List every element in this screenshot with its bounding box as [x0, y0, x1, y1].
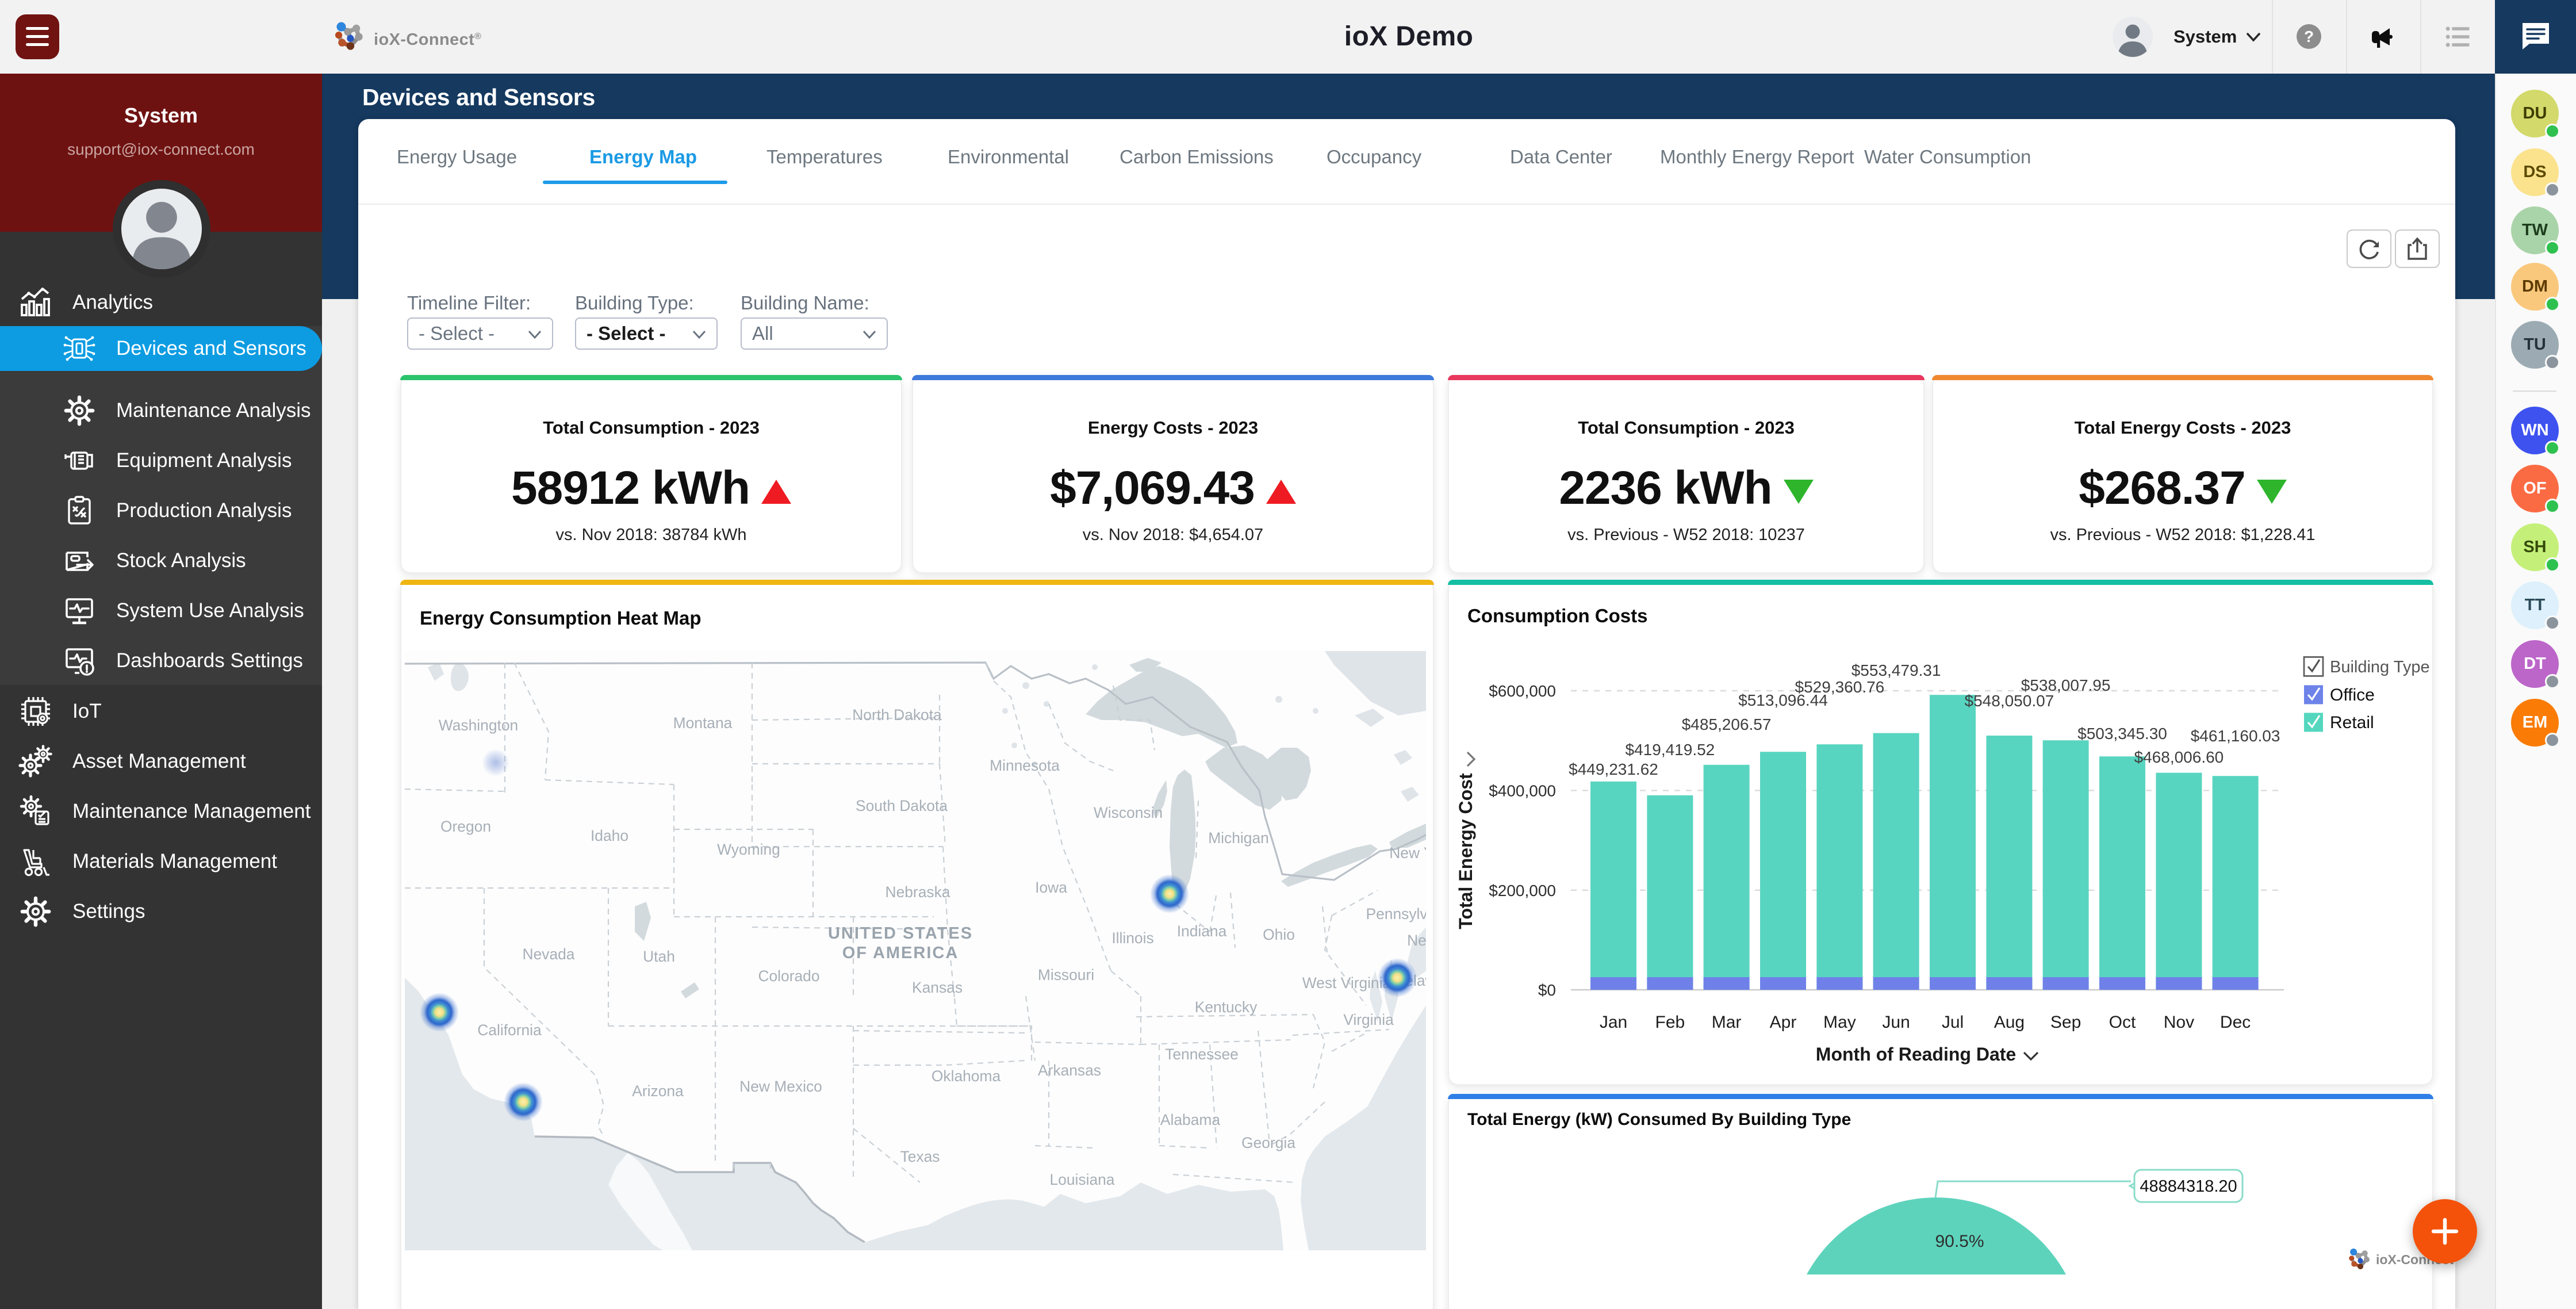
svg-text:Louisiana: Louisiana [1050, 1171, 1115, 1188]
svg-text:UNITED STATES: UNITED STATES [828, 924, 973, 943]
svg-text:Retail: Retail [2330, 713, 2374, 732]
svg-text:Wisconsin: Wisconsin [1094, 804, 1163, 821]
svg-text:$419,419.52: $419,419.52 [1626, 741, 1715, 759]
svg-text:$200,000: $200,000 [1489, 882, 1556, 900]
svg-text:Total Energy Cost: Total Energy Cost [1455, 773, 1476, 929]
svg-text:Texas: Texas [900, 1148, 940, 1165]
svg-text:$548,050.07: $548,050.07 [1965, 692, 2054, 710]
svg-text:Georgia: Georgia [1241, 1134, 1295, 1151]
svg-text:Michigan: Michigan [1208, 829, 1269, 847]
svg-text:Oklahoma: Oklahoma [931, 1067, 1001, 1085]
svg-text:$529,360.76: $529,360.76 [1795, 678, 1885, 696]
svg-text:Kentucky: Kentucky [1195, 998, 1258, 1016]
svg-text:Sep: Sep [2050, 1013, 2081, 1032]
svg-text:Montana: Montana [673, 714, 733, 732]
svg-text:$503,345.30: $503,345.30 [2077, 725, 2167, 742]
svg-text:New Mexico: New Mexico [739, 1078, 822, 1095]
svg-text:Minnesota: Minnesota [990, 757, 1060, 774]
svg-text:Jun: Jun [1882, 1013, 1910, 1032]
svg-text:$468,006.60: $468,006.60 [2134, 748, 2224, 766]
svg-text:Arkansas: Arkansas [1038, 1062, 1101, 1079]
svg-text:South Dakota: South Dakota [856, 797, 948, 814]
svg-text:Jul: Jul [1942, 1013, 1964, 1032]
svg-text:$0: $0 [1538, 981, 1556, 999]
svg-text:Oregon: Oregon [440, 818, 491, 835]
svg-text:$449,231.62: $449,231.62 [1569, 760, 1658, 778]
svg-text:Oct: Oct [2109, 1013, 2136, 1032]
svg-text:$461,160.03: $461,160.03 [2191, 727, 2280, 745]
svg-text:Iowa: Iowa [1035, 879, 1067, 896]
svg-text:Mar: Mar [1712, 1013, 1742, 1032]
svg-text:California: California [477, 1021, 542, 1039]
svg-text:Indiana: Indiana [1177, 923, 1227, 940]
svg-text:Jan: Jan [1600, 1013, 1627, 1032]
svg-text:Alabama: Alabama [1160, 1111, 1220, 1128]
svg-text:Dec: Dec [2220, 1013, 2251, 1032]
svg-text:$538,007.95: $538,007.95 [2021, 676, 2111, 694]
svg-text:Apr: Apr [1770, 1013, 1797, 1032]
svg-text:Colorado: Colorado [758, 967, 819, 985]
svg-text:90.5%: 90.5% [1935, 1232, 1984, 1251]
svg-text:Utah: Utah [643, 948, 675, 965]
svg-text:New York: New York [1389, 844, 1426, 862]
svg-text:Pennsylvania: Pennsylvania [1366, 905, 1426, 923]
svg-text:Virginia: Virginia [1343, 1011, 1394, 1028]
svg-text:OF AMERICA: OF AMERICA [842, 944, 959, 962]
svg-text:Month of Reading Date: Month of Reading Date [1816, 1044, 2016, 1065]
svg-text:$485,206.57: $485,206.57 [1682, 715, 1772, 733]
svg-text:Ohio: Ohio [1263, 926, 1295, 943]
svg-text:Nebraska: Nebraska [885, 883, 950, 901]
svg-text:Nevada: Nevada [523, 946, 575, 963]
svg-text:Illinois: Illinois [1111, 929, 1153, 947]
svg-text:New Jersey: New Jersey [1407, 932, 1426, 949]
svg-text:Aug: Aug [1994, 1013, 2025, 1032]
svg-text:Kansas: Kansas [912, 979, 963, 996]
svg-text:Office: Office [2330, 686, 2375, 705]
svg-text:$400,000: $400,000 [1489, 782, 1556, 799]
svg-text:$600,000: $600,000 [1489, 682, 1556, 700]
svg-text:Arizona: Arizona [632, 1082, 684, 1100]
svg-text:May: May [1823, 1013, 1856, 1032]
svg-text:Feb: Feb [1655, 1013, 1685, 1032]
svg-text:Wyoming: Wyoming [717, 841, 780, 858]
svg-text:Building Type: Building Type [2330, 658, 2430, 676]
svg-text:Idaho: Idaho [591, 827, 628, 844]
svg-text:Nov: Nov [2164, 1013, 2194, 1032]
svg-text:Missouri: Missouri [1038, 966, 1094, 983]
svg-text:North Dakota: North Dakota [852, 706, 942, 724]
svg-text:Washington: Washington [439, 717, 518, 734]
svg-text:48884318.20: 48884318.20 [2140, 1177, 2237, 1196]
svg-text:$553,479.31: $553,479.31 [1851, 661, 1941, 679]
svg-text:Tennessee: Tennessee [1165, 1046, 1239, 1063]
